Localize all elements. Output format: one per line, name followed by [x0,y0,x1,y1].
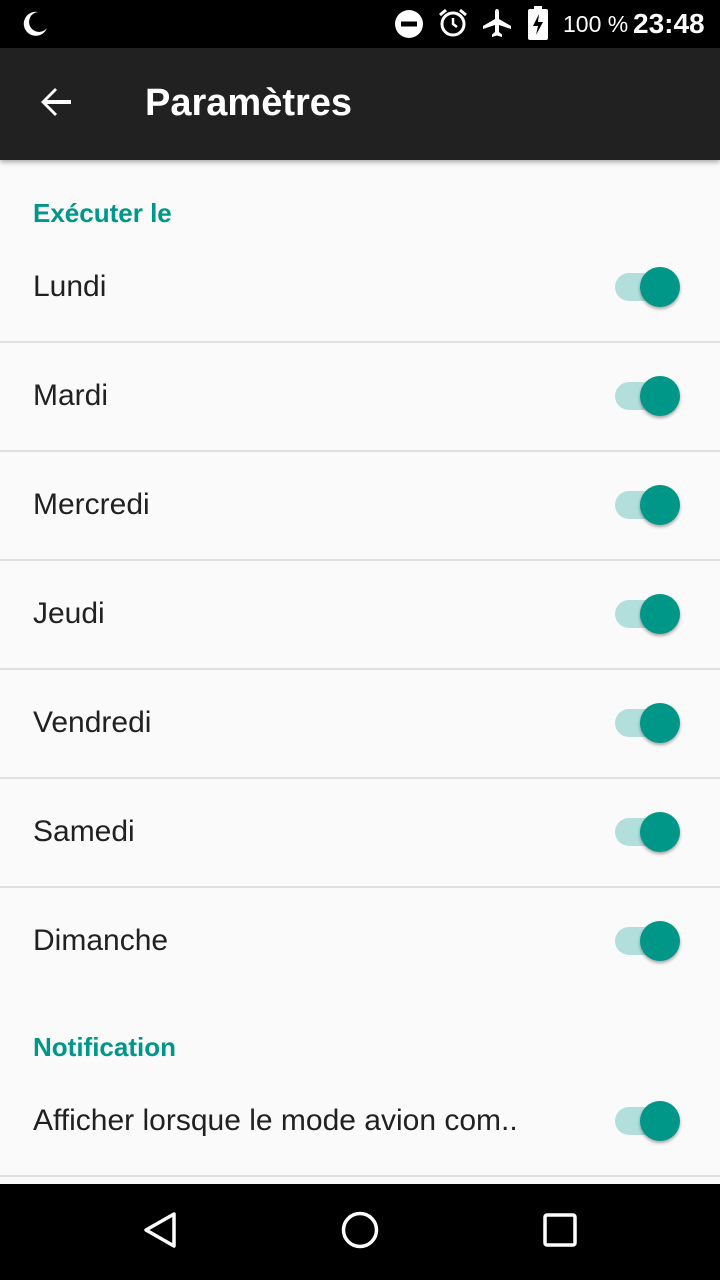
friday-toggle[interactable] [615,701,683,745]
airplane-icon [481,7,513,44]
moon-icon [20,9,50,44]
nav-back-button[interactable] [130,1202,190,1262]
setting-row-thursday[interactable]: Jeudi [0,560,720,670]
section-header-notification: Notification [33,1032,176,1062]
tuesday-toggle[interactable] [615,374,683,418]
setting-row-wednesday[interactable]: Mercredi [0,451,720,561]
back-triangle-icon [140,1210,180,1255]
nav-recents-button[interactable] [530,1202,590,1262]
saturday-toggle[interactable] [615,810,683,854]
do-not-disturb-icon [394,9,424,44]
setting-label: Afficher lorsque le mode avion com.. [33,1104,518,1137]
setting-row-tuesday[interactable]: Mardi [0,342,720,452]
clock: 23:48 [633,8,705,39]
setting-label: Mercredi [33,488,150,521]
setting-label: Vendredi [33,706,152,739]
recents-square-icon [542,1212,578,1253]
setting-row-friday[interactable]: Vendredi [0,669,720,779]
arrow-left-icon [38,84,74,125]
navigation-bar [0,1184,720,1280]
page-title: Paramètres [145,82,353,124]
airplane-notification-toggle[interactable] [615,1099,683,1143]
setting-label: Dimanche [33,924,169,957]
setting-label: Jeudi [33,597,105,630]
alarm-icon [437,7,469,44]
section-header-run-on: Exécuter le [33,198,172,228]
monday-toggle[interactable] [615,265,683,309]
settings-list: Exécuter le Lundi Mardi Mercredi Jeudi V… [0,160,720,1184]
status-bar: 100 % 23:48 [0,0,720,48]
setting-row-monday[interactable]: Lundi [0,233,720,343]
app-toolbar: Paramètres [0,48,720,160]
setting-row-sunday[interactable]: Dimanche [0,887,720,995]
setting-row-airplane-notification[interactable]: Afficher lorsque le mode avion com.. [0,1067,720,1177]
sunday-toggle[interactable] [615,919,683,963]
setting-label: Mardi [33,379,109,412]
setting-label: Samedi [33,815,135,848]
wednesday-toggle[interactable] [615,483,683,527]
thursday-toggle[interactable] [615,592,683,636]
nav-home-button[interactable] [330,1202,390,1262]
setting-row-saturday[interactable]: Samedi [0,778,720,888]
setting-label: Lundi [33,270,107,303]
home-circle-icon [340,1210,380,1255]
back-button[interactable] [22,70,90,138]
battery-percentage: 100 % [563,11,629,37]
battery-charging-icon [528,6,548,45]
